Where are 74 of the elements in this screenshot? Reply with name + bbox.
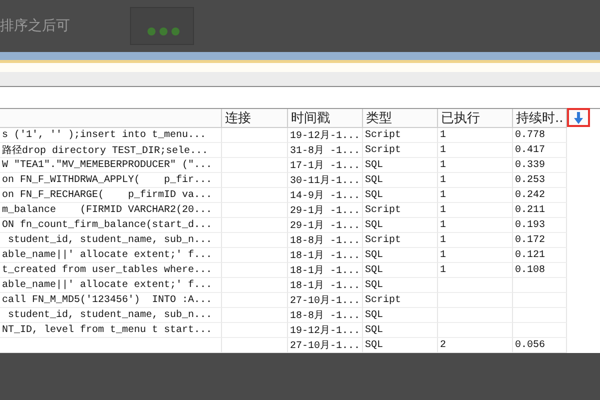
table-cell: W "TEA1"."MV_MEMEBERPRODUCER" ("... <box>0 158 222 173</box>
table-cell: Script <box>363 128 438 143</box>
table-cell: s ('1', '' );insert into t_menu... <box>0 128 222 143</box>
table-cell: NT_ID, level from t_menu t start... <box>0 323 222 338</box>
table-cell: on FN_F_WITHDRWA_APPLY( p_fir... <box>0 173 222 188</box>
caption-text: 排序之后可 <box>0 17 70 35</box>
table-cell <box>222 158 288 173</box>
table-cell: SQL <box>363 263 438 278</box>
down-arrow-icon <box>574 112 583 124</box>
table-cell: 1 <box>438 233 513 248</box>
table-cell: able_name||' allocate extent;' f... <box>0 248 222 263</box>
table-cell <box>222 293 288 308</box>
table-cell: 1 <box>438 158 513 173</box>
table-cell: 18-1月 -1... <box>288 248 363 263</box>
table-cell <box>222 128 288 143</box>
table-cell: 1 <box>438 218 513 233</box>
table-cell: 19-12月-1... <box>288 323 363 338</box>
table-cell: 18-8月 -1... <box>288 233 363 248</box>
column-header[interactable]: 连接 <box>222 109 288 128</box>
table-cell <box>222 248 288 263</box>
table-cell: 29-1月 -1... <box>288 218 363 233</box>
table-cell: 1 <box>438 188 513 203</box>
table-cell: Script <box>363 203 438 218</box>
table-cell: 1 <box>438 173 513 188</box>
table-cell: SQL <box>363 173 438 188</box>
table-cell: call FN_M_MD5('123456') INTO :A... <box>0 293 222 308</box>
table-cell: m_balance (FIRMID VARCHAR2(20... <box>0 203 222 218</box>
table-cell: 路径drop directory TEST_DIR;sele... <box>0 143 222 158</box>
table-cell <box>222 188 288 203</box>
column-header[interactable]: 类型 <box>363 109 438 128</box>
table-cell: 1 <box>438 248 513 263</box>
table-cell: 1 <box>438 203 513 218</box>
table-cell: SQL <box>363 323 438 338</box>
table-cell: 29-1月 -1... <box>288 203 363 218</box>
table-cell: 19-12月-1... <box>288 128 363 143</box>
table-cell <box>222 308 288 323</box>
table-cell: able_name||' allocate extent;' f... <box>0 278 222 293</box>
column-header[interactable]: 已执行 <box>438 109 513 128</box>
table-cell: 1 <box>438 263 513 278</box>
table-cell: 14-9月 -1... <box>288 188 363 203</box>
table-cell: 18-1月 -1... <box>288 278 363 293</box>
table-cell <box>222 278 288 293</box>
table-cell: 31-8月 -1... <box>288 143 363 158</box>
table-cell <box>222 218 288 233</box>
table-cell: student_id, student_name, sub_n... <box>0 308 222 323</box>
table-cell <box>222 203 288 218</box>
table-cell: 27-10月-1... <box>288 293 363 308</box>
column-header[interactable]: 持续时.. <box>513 109 567 128</box>
column-header[interactable]: 时间戳 <box>288 109 363 128</box>
table-cell: student_id, student_name, sub_n... <box>0 233 222 248</box>
table-cell: 1 <box>438 143 513 158</box>
table-cell: SQL <box>363 188 438 203</box>
table-cell: ON fn_count_firm_balance(start_d... <box>0 218 222 233</box>
table-cell <box>222 173 288 188</box>
table-cell: t_created from user_tables where... <box>0 263 222 278</box>
table-cell: 30-11月-1... <box>288 173 363 188</box>
table-cell: 17-1月 -1... <box>288 158 363 173</box>
table-cell: Script <box>363 233 438 248</box>
table-cell <box>222 143 288 158</box>
table-cell: 1 <box>438 128 513 143</box>
table-cell: on FN_F_RECHARGE( p_firmID va... <box>0 188 222 203</box>
table-cell: SQL <box>363 248 438 263</box>
table-cell <box>222 233 288 248</box>
table-cell <box>222 263 288 278</box>
table-cell: SQL <box>363 158 438 173</box>
table-cell: SQL <box>363 308 438 323</box>
table-cell: Script <box>363 143 438 158</box>
sort-button[interactable] <box>567 108 590 127</box>
table-cell <box>222 323 288 338</box>
table-cell: Script <box>363 293 438 308</box>
table-cell: 18-8月 -1... <box>288 308 363 323</box>
table-cell: SQL <box>363 278 438 293</box>
table-cell: SQL <box>363 218 438 233</box>
table-cell: 18-1月 -1... <box>288 263 363 278</box>
